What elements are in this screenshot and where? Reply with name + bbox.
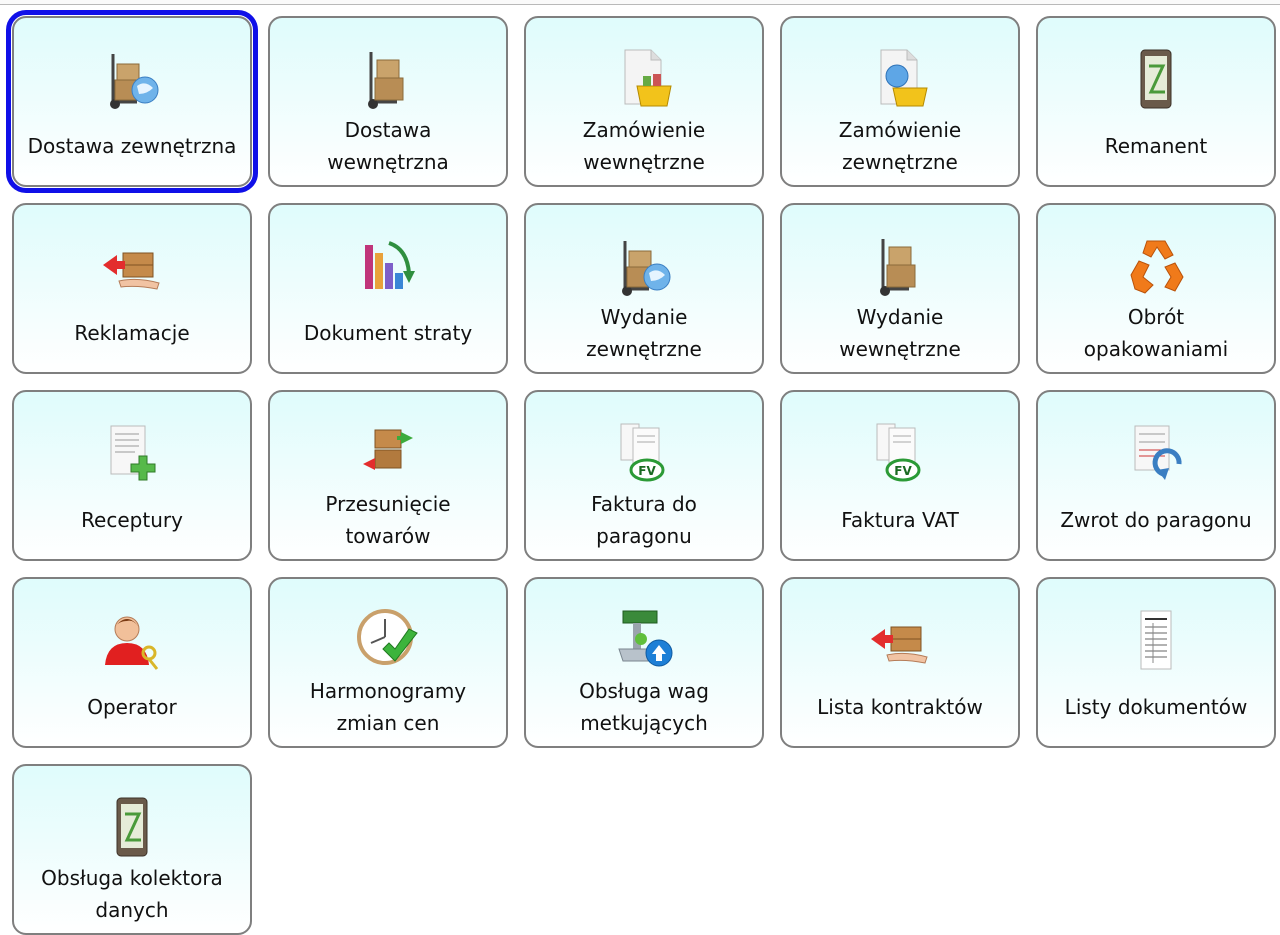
order-document-basket-icon bbox=[611, 46, 677, 112]
tile-label: Dostawa zewnętrzna bbox=[27, 134, 237, 158]
tile-faktura-vat[interactable]: FV Faktura VAT bbox=[780, 390, 1020, 561]
invoice-fv-icon: FV bbox=[611, 420, 677, 486]
tile-label: Wydanie wewnętrzne bbox=[839, 305, 961, 361]
document-list-icon bbox=[1123, 607, 1189, 673]
document-return-icon bbox=[1123, 420, 1189, 486]
tile-zamowienie-wewnetrzne[interactable]: Zamówienie wewnętrzne bbox=[524, 16, 764, 187]
fv-badge-text: FV bbox=[894, 464, 912, 478]
tile-harmonogramy-zmian-cen[interactable]: Harmonogramy zmian cen bbox=[268, 577, 508, 748]
recycle-icon bbox=[1123, 233, 1189, 299]
fv-badge-text: FV bbox=[638, 464, 656, 478]
tile-label: Faktura VAT bbox=[841, 508, 959, 532]
document-tile-grid: Dostawa zewnętrzna Dostawa wewnętrzna Za bbox=[6, 10, 1276, 935]
order-document-globe-icon bbox=[867, 46, 933, 112]
tile-label: Lista kontraktów bbox=[817, 695, 983, 719]
tile-obsluga-wag-metkujacych[interactable]: Obsługa wag metkujących bbox=[524, 577, 764, 748]
tile-operator[interactable]: Operator bbox=[12, 577, 252, 748]
tile-label: Dokument straty bbox=[303, 321, 473, 345]
tile-label: Remanent bbox=[1104, 134, 1208, 158]
bar-chart-decline-icon bbox=[355, 233, 421, 299]
document-plus-icon bbox=[99, 420, 165, 486]
tile-remanent[interactable]: Remanent bbox=[1036, 16, 1276, 187]
tile-faktura-do-paragonu[interactable]: FV Faktura do paragonu bbox=[524, 390, 764, 561]
tile-label: Obsługa wag metkujących bbox=[579, 679, 709, 735]
tile-dostawa-zewnetrzna[interactable]: Dostawa zewnętrzna bbox=[6, 10, 258, 193]
invoice-fv-icon: FV bbox=[867, 420, 933, 486]
hand-truck-icon bbox=[867, 233, 933, 299]
tile-zwrot-do-paragonu[interactable]: Zwrot do paragonu bbox=[1036, 390, 1276, 561]
tile-wydanie-zewnetrzne[interactable]: Wydanie zewnętrzne bbox=[524, 203, 764, 374]
tile-obsluga-kolektora-danych[interactable]: Obsługa kolektora danych bbox=[12, 764, 252, 935]
tile-label: Reklamacje bbox=[74, 321, 190, 345]
hand-truck-globe-icon bbox=[99, 46, 165, 112]
data-collector-icon bbox=[99, 794, 165, 860]
tile-zamowienie-zewnetrzne[interactable]: Zamówienie zewnętrzne bbox=[780, 16, 1020, 187]
tile-wydanie-wewnetrzne[interactable]: Wydanie wewnętrzne bbox=[780, 203, 1020, 374]
data-collector-icon bbox=[1123, 46, 1189, 112]
tile-label: Przesunięcie towarów bbox=[325, 492, 451, 548]
tile-listy-dokumentow[interactable]: Listy dokumentów bbox=[1036, 577, 1276, 748]
hand-truck-globe-icon bbox=[611, 233, 677, 299]
box-return-hand-icon bbox=[99, 233, 165, 299]
tile-label: Zamówienie zewnętrzne bbox=[838, 118, 962, 174]
box-return-hand-icon bbox=[867, 607, 933, 673]
tile-dokument-straty[interactable]: Dokument straty bbox=[268, 203, 508, 374]
window-top-edge bbox=[0, 0, 1280, 5]
scale-upload-icon bbox=[611, 607, 677, 673]
tile-label: Listy dokumentów bbox=[1064, 695, 1248, 719]
clock-check-icon bbox=[355, 607, 421, 673]
boxes-transfer-icon bbox=[355, 420, 421, 486]
tile-label: Zwrot do paragonu bbox=[1060, 508, 1252, 532]
tile-label: Obsługa kolektora danych bbox=[41, 866, 223, 922]
tile-label: Receptury bbox=[81, 508, 183, 532]
tile-obrot-opakowaniami[interactable]: Obrót opakowaniami bbox=[1036, 203, 1276, 374]
tile-label: Wydanie zewnętrzne bbox=[586, 305, 702, 361]
tile-label: Operator bbox=[87, 695, 177, 719]
user-keys-icon bbox=[99, 607, 165, 673]
tile-label: Faktura do paragonu bbox=[591, 492, 697, 548]
tile-label: Obrót opakowaniami bbox=[1083, 305, 1229, 361]
tile-label: Harmonogramy zmian cen bbox=[309, 679, 467, 735]
hand-truck-icon bbox=[355, 46, 421, 112]
tile-lista-kontraktow[interactable]: Lista kontraktów bbox=[780, 577, 1020, 748]
tile-receptury[interactable]: Receptury bbox=[12, 390, 252, 561]
tile-reklamacje[interactable]: Reklamacje bbox=[12, 203, 252, 374]
tile-przesuniecie-towarow[interactable]: Przesunięcie towarów bbox=[268, 390, 508, 561]
tile-dostawa-wewnetrzna[interactable]: Dostawa wewnętrzna bbox=[268, 16, 508, 187]
tile-label: Zamówienie wewnętrzne bbox=[582, 118, 706, 174]
tile-label: Dostawa wewnętrzna bbox=[327, 118, 449, 174]
